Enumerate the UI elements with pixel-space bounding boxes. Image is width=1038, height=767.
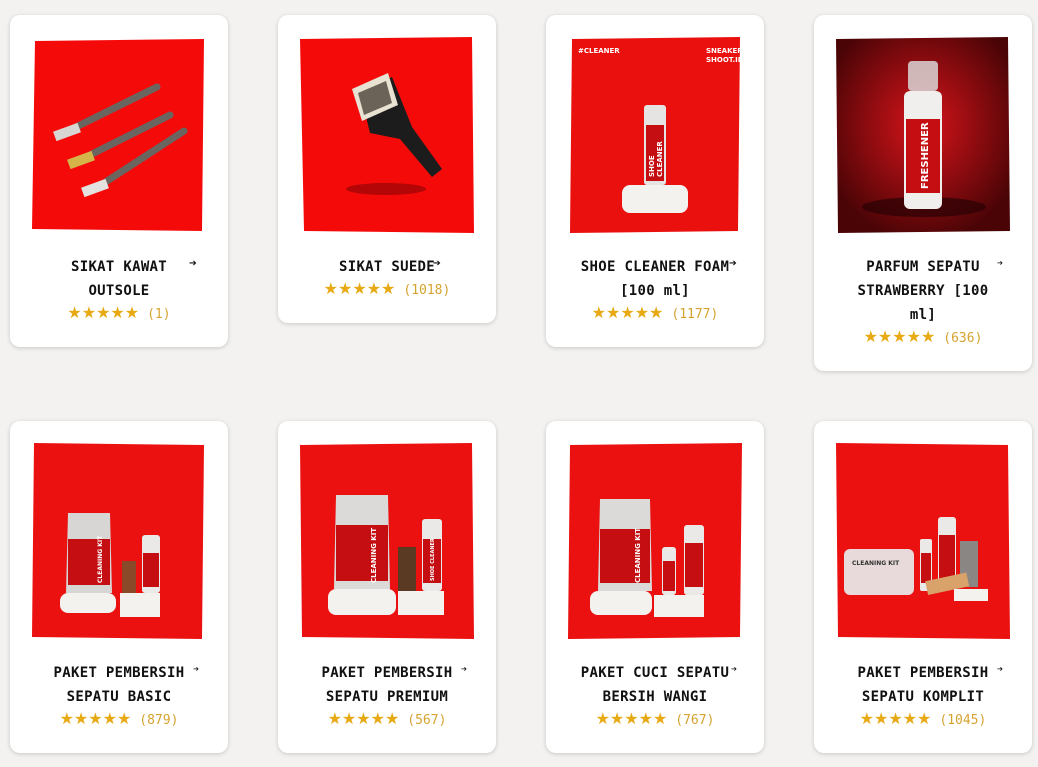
product-title-line: PAKET PEMBERSIH [857, 665, 989, 681]
label-top-right: SHOOT.ID [706, 56, 742, 64]
product-image[interactable]: CLEANING KIT [568, 443, 742, 639]
bottle-label: FRESHENER [920, 122, 931, 189]
rating: ★★★★★ (1018) [278, 281, 496, 299]
product-title-line: PAKET PEMBERSIH [321, 665, 453, 681]
review-count: (636) [943, 331, 983, 346]
product-image[interactable]: CLEANING KIT [32, 443, 206, 639]
label-top-right: SNEAKER [706, 47, 742, 55]
pouch-label: CLEANING KIT [370, 528, 378, 583]
product-card[interactable]: #CLEANER SNEAKER SHOOT.ID SHOE CLEANER S… [546, 15, 764, 347]
bottle-label: SHOE [648, 155, 656, 177]
product-image[interactable]: #CLEANER SNEAKER SHOOT.ID SHOE CLEANER [568, 37, 742, 233]
product-image[interactable]: CLEANING KIT [836, 443, 1010, 639]
product-card[interactable]: CLEANING KIT PAKET PEMBERSIH SEPATU KOMP… [814, 421, 1032, 753]
product-title-line: [100 ml] [620, 283, 690, 299]
product-image[interactable]: CLEANING KIT SHOE CLEANER [300, 443, 474, 639]
product-title-line: OUTSOLE [88, 283, 150, 299]
rating: ★★★★★ (636) [814, 329, 1032, 347]
product-card[interactable]: SIKAT SUEDE ➔ ★★★★★ (1018) [278, 15, 496, 323]
product-image[interactable] [300, 37, 474, 233]
product-image[interactable]: FRESHENER [836, 37, 1010, 233]
label-top-left: #CLEANER [578, 47, 620, 55]
review-count: (567) [407, 713, 447, 728]
product-title-line: SEPATU KOMPLIT [861, 689, 985, 705]
rating: ★★★★★ (567) [278, 711, 496, 729]
review-count: (767) [675, 713, 715, 728]
product-title-line: ml] [909, 307, 937, 323]
star-icons: ★★★★★ [591, 303, 664, 322]
pouch-label: CLEANING KIT [634, 528, 642, 583]
product-title-line: BERSIH WANGI [602, 689, 708, 705]
komplit-kit-image: CLEANING KIT [836, 443, 1010, 639]
product-card[interactable]: CLEANING KIT SHOE CLEANER PAKET PEMBERSI… [278, 421, 496, 753]
shoe-cleaner-image: #CLEANER SNEAKER SHOOT.ID SHOE CLEANER [570, 37, 742, 233]
rating: ★★★★★ (1) [10, 305, 228, 323]
star-icons: ★★★★★ [67, 303, 140, 322]
wangi-kit-image: CLEANING KIT [568, 443, 742, 639]
product-title-line: SEPATU BASIC [66, 689, 172, 705]
product-title-line: SHOE CLEANER FOAM [580, 259, 730, 275]
bottle-label: SHOE CLEANER [430, 538, 436, 581]
product-title-line: PAKET PEMBERSIH [53, 665, 185, 681]
product-card[interactable]: FRESHENER PARFUM SEPATU STRAWBERRY [100 … [814, 15, 1032, 371]
product-image[interactable] [32, 37, 206, 233]
review-count: (1) [147, 307, 171, 322]
basic-kit-image: CLEANING KIT [32, 443, 204, 639]
review-count: (1177) [671, 307, 719, 322]
premium-kit-image: CLEANING KIT SHOE CLEANER [300, 443, 474, 639]
review-count: (1045) [939, 713, 987, 728]
bottle-label: CLEANER [656, 141, 664, 177]
review-count: (1018) [403, 283, 451, 298]
rating: ★★★★★ (1045) [814, 711, 1032, 729]
rating: ★★★★★ (1177) [546, 305, 764, 323]
product-title-line: PARFUM SEPATU [866, 259, 980, 275]
arrow-circle-icon[interactable]: ➔ [433, 257, 441, 270]
product-title-line: PAKET CUCI SEPATU [580, 665, 730, 681]
arrow-circle-icon[interactable]: ➔ [189, 257, 197, 270]
product-card[interactable]: SIKAT KAWAT OUTSOLE ➔ ★★★★★ (1) [10, 15, 228, 347]
product-title-line: SEPATU PREMIUM [325, 689, 449, 705]
product-card[interactable]: CLEANING KIT PAKET PEMBERSIH SEPATU BASI… [10, 421, 228, 753]
wire-brushes-image [32, 39, 204, 231]
arrow-circle-icon[interactable]: ➔ [731, 663, 737, 676]
star-icons: ★★★★★ [859, 709, 932, 728]
suede-brush-image [300, 37, 474, 233]
arrow-circle-icon[interactable]: ➔ [729, 257, 737, 270]
star-icons: ★★★★★ [863, 327, 936, 346]
pouch-label: CLEANING KIT [97, 535, 104, 583]
review-count: (879) [139, 713, 179, 728]
arrow-circle-icon[interactable]: ➔ [193, 663, 199, 676]
product-title-line: STRAWBERRY [100 [857, 283, 989, 299]
rating: ★★★★★ (767) [546, 711, 764, 729]
star-icons: ★★★★★ [323, 279, 396, 298]
star-icons: ★★★★★ [595, 709, 668, 728]
product-title-line: SIKAT SUEDE [338, 259, 436, 275]
arrow-circle-icon[interactable]: ➔ [997, 663, 1003, 676]
rating: ★★★★★ (879) [10, 711, 228, 729]
star-icons: ★★★★★ [59, 709, 132, 728]
product-title-line: SIKAT KAWAT [70, 259, 168, 275]
arrow-circle-icon[interactable]: ➔ [461, 663, 467, 676]
star-icons: ★★★★★ [327, 709, 400, 728]
freshener-image: FRESHENER [836, 37, 1010, 233]
box-label: CLEANING KIT [852, 560, 900, 567]
arrow-circle-icon[interactable]: ➔ [997, 257, 1003, 270]
product-card[interactable]: CLEANING KIT PAKET CUCI SEPATU BERSIH WA… [546, 421, 764, 753]
